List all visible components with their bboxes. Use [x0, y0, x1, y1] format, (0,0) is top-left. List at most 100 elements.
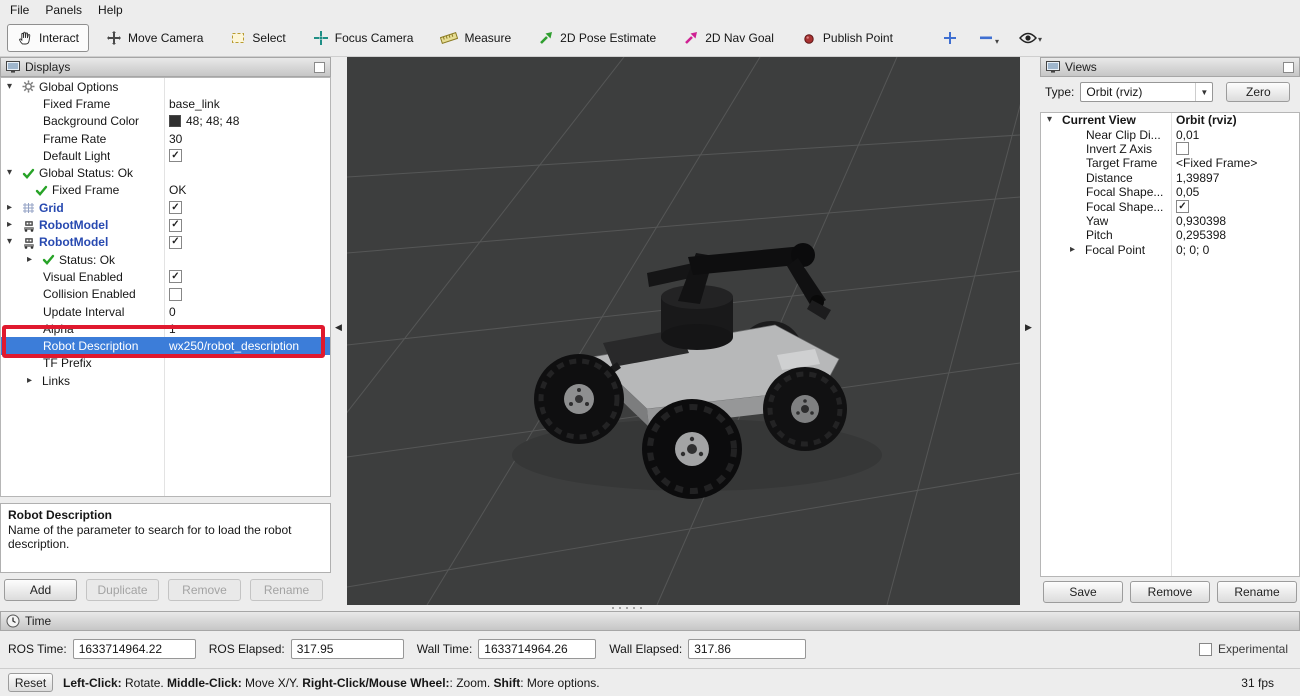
time-input-ros-elapsed[interactable]: 317.95	[291, 639, 404, 659]
expand-arrow-icon[interactable]: ▸	[7, 203, 22, 213]
property-value-cell[interactable]: wx250/robot_description	[164, 339, 330, 353]
view-row-target-frame[interactable]: Target Frame<Fixed Frame>	[1041, 156, 1299, 170]
time-input-wall-elapsed[interactable]: 317.86	[688, 639, 806, 659]
display-row-robotmodel[interactable]: ▾RobotModel✓	[1, 234, 330, 251]
add-button[interactable]: Add	[4, 579, 77, 601]
displays-panel-checkbox[interactable]	[314, 62, 325, 73]
tool-measure[interactable]: Measure	[430, 24, 521, 52]
menu-file[interactable]: File	[2, 1, 37, 19]
experimental-toggle[interactable]: Experimental	[1199, 642, 1288, 656]
property-value-cell[interactable]: OK	[164, 183, 330, 197]
left-splitter[interactable]: ◀	[331, 57, 347, 605]
view-row-current-view[interactable]: ▾Current ViewOrbit (rviz)	[1041, 113, 1299, 127]
value-checkbox[interactable]: ✓	[169, 201, 182, 214]
property-value-cell[interactable]: 48; 48; 48	[164, 114, 330, 128]
expand-arrow-icon[interactable]: ▸	[27, 376, 42, 386]
view-row-focal-point[interactable]: ▸Focal Point0; 0; 0	[1041, 243, 1299, 257]
views-panel-header[interactable]: Views	[1040, 57, 1300, 77]
expand-arrow-icon[interactable]: ▸	[1070, 245, 1085, 255]
display-row-visual-enabled[interactable]: Visual Enabled✓	[1, 268, 330, 285]
property-value-cell[interactable]: ✓	[164, 149, 330, 162]
time-panel-header[interactable]: Time	[0, 611, 1300, 631]
rename-button[interactable]: Rename	[1217, 581, 1297, 603]
property-value-cell[interactable]: base_link	[164, 97, 330, 111]
display-row-links[interactable]: ▸Links	[1, 372, 330, 389]
property-value-cell[interactable]: ✓	[164, 219, 330, 232]
property-value-cell[interactable]	[164, 288, 330, 301]
display-row-fixed-frame[interactable]: Fixed FrameOK	[1, 182, 330, 199]
tool-focus-camera[interactable]: Focus Camera	[303, 24, 424, 52]
collapse-arrow-icon[interactable]: ▾	[7, 237, 22, 247]
view-row-focal-shape[interactable]: Focal Shape...✓	[1041, 199, 1299, 213]
display-row-fixed-frame[interactable]: Fixed Framebase_link	[1, 95, 330, 112]
display-row-alpha[interactable]: Alpha1	[1, 320, 330, 337]
display-row-frame-rate[interactable]: Frame Rate30	[1, 130, 330, 147]
property-value-cell[interactable]: Orbit (rviz)	[1171, 113, 1299, 127]
experimental-checkbox[interactable]	[1199, 643, 1212, 656]
property-value-cell[interactable]: 0,295398	[1171, 228, 1299, 242]
collapse-left-arrow-icon[interactable]: ◀	[335, 322, 342, 333]
remove-button[interactable]: Remove	[168, 579, 241, 601]
expand-arrow-icon[interactable]: ▸	[7, 220, 22, 230]
value-checkbox[interactable]	[169, 288, 182, 301]
display-row-collision-enabled[interactable]: Collision Enabled	[1, 286, 330, 303]
displays-panel-header[interactable]: Displays	[0, 57, 331, 77]
value-checkbox[interactable]: ✓	[169, 236, 182, 249]
display-row-default-light[interactable]: Default Light✓	[1, 147, 330, 164]
tool-2d-nav-goal[interactable]: 2D Nav Goal	[673, 24, 784, 52]
display-row-global-options[interactable]: ▾Global Options	[1, 78, 330, 95]
view-row-invert-z-axis[interactable]: Invert Z Axis	[1041, 142, 1299, 156]
3d-viewport[interactable]	[347, 57, 1020, 605]
property-value-cell[interactable]	[1171, 142, 1299, 155]
expand-arrow-icon[interactable]: ▸	[27, 255, 42, 265]
property-value-cell[interactable]: 0,930398	[1171, 214, 1299, 228]
tool-interact[interactable]: Interact	[7, 24, 89, 52]
view-row-pitch[interactable]: Pitch0,295398	[1041, 228, 1299, 242]
property-value-cell[interactable]: 1	[164, 322, 330, 336]
reset-button[interactable]: Reset	[8, 673, 53, 692]
display-row-background-color[interactable]: Background Color48; 48; 48	[1, 113, 330, 130]
value-checkbox[interactable]	[1176, 142, 1189, 155]
property-value-cell[interactable]: 0; 0; 0	[1171, 243, 1299, 257]
tool-publish-point[interactable]: Publish Point	[791, 24, 903, 52]
views-panel-checkbox[interactable]	[1283, 62, 1294, 73]
zero-button[interactable]: Zero	[1226, 82, 1290, 102]
tool-select[interactable]: Select	[220, 24, 295, 52]
save-button[interactable]: Save	[1043, 581, 1123, 603]
property-value-cell[interactable]: 1,39897	[1171, 171, 1299, 185]
tool-2d-pose-estimate[interactable]: 2D Pose Estimate	[528, 24, 666, 52]
menu-help[interactable]: Help	[90, 1, 131, 19]
view-row-near-clip-di[interactable]: Near Clip Di...0,01	[1041, 127, 1299, 141]
display-row-tf-prefix[interactable]: TF Prefix	[1, 355, 330, 372]
property-value-cell[interactable]: 0,01	[1171, 128, 1299, 142]
property-value-cell[interactable]: <Fixed Frame>	[1171, 156, 1299, 170]
remove-tool-minus-button[interactable]: ▾	[974, 27, 1003, 49]
view-row-focal-shape[interactable]: Focal Shape...0,05	[1041, 185, 1299, 199]
display-row-grid[interactable]: ▸Grid✓	[1, 199, 330, 216]
tool-move-camera[interactable]: Move Camera	[96, 24, 213, 52]
display-row-robot-description[interactable]: Robot Descriptionwx250/robot_description	[1, 337, 330, 354]
value-checkbox[interactable]: ✓	[1176, 200, 1189, 213]
collapse-arrow-icon[interactable]: ▾	[1047, 115, 1062, 125]
property-value-cell[interactable]: ✓	[164, 201, 330, 214]
display-row-update-interval[interactable]: Update Interval0	[1, 303, 330, 320]
duplicate-button[interactable]: Duplicate	[86, 579, 159, 601]
rename-button[interactable]: Rename	[250, 579, 323, 601]
time-input-ros-time[interactable]: 1633714964.22	[73, 639, 196, 659]
display-row-status-ok[interactable]: ▸Status: Ok	[1, 251, 330, 268]
property-value-cell[interactable]: 0,05	[1171, 185, 1299, 199]
property-value-cell[interactable]: ✓	[1171, 200, 1299, 213]
display-row-global-status-ok[interactable]: ▾Global Status: Ok	[1, 164, 330, 181]
value-checkbox[interactable]: ✓	[169, 270, 182, 283]
property-value-cell[interactable]: 30	[164, 132, 330, 146]
time-input-wall-time[interactable]: 1633714964.26	[478, 639, 596, 659]
menu-panels[interactable]: Panels	[37, 1, 90, 19]
value-checkbox[interactable]: ✓	[169, 219, 182, 232]
display-row-robotmodel[interactable]: ▸RobotModel✓	[1, 216, 330, 233]
collapse-arrow-icon[interactable]: ▾	[7, 82, 22, 92]
property-value-cell[interactable]: ✓	[164, 270, 330, 283]
view-row-distance[interactable]: Distance1,39897	[1041, 171, 1299, 185]
right-splitter[interactable]: ▶	[1020, 57, 1040, 605]
view-row-yaw[interactable]: Yaw0,930398	[1041, 214, 1299, 228]
remove-button[interactable]: Remove	[1130, 581, 1210, 603]
